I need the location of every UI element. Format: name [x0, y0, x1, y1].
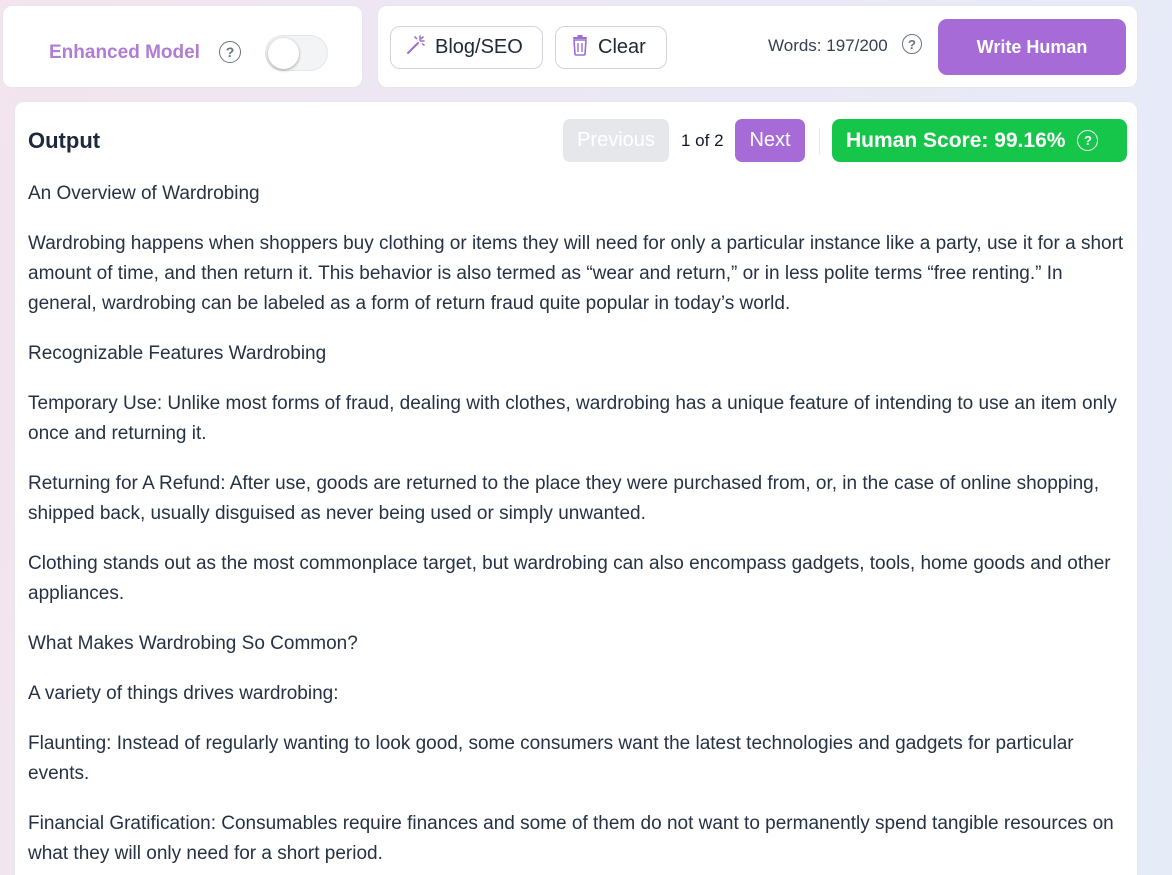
output-paragraph: Temporary Use: Unlike most forms of frau…	[28, 393, 1117, 444]
output-paragraph: Returning for A Refund: After use, goods…	[28, 473, 1099, 524]
magic-wand-icon	[405, 34, 427, 62]
next-button[interactable]: Next	[735, 119, 805, 162]
page-indicator: 1 of 2	[681, 131, 724, 150]
toolbar-card: Blog/SEO Clear Words: 197/200 ? Write Hu…	[377, 5, 1138, 88]
output-paragraph: Financial Gratification: Consumables req…	[28, 813, 1114, 864]
enhanced-model-toggle[interactable]	[265, 35, 328, 71]
trash-icon	[570, 34, 590, 62]
output-card: Output Previous 1 of 2 Next Human Score:…	[14, 101, 1138, 875]
output-paragraph: An Overview of Wardrobing	[28, 183, 260, 204]
human-score-text: Human Score: 99.16%	[846, 128, 1066, 152]
enhanced-model-label: Enhanced Model	[49, 42, 200, 63]
clear-label: Clear	[598, 36, 646, 58]
clear-button[interactable]: Clear	[555, 26, 667, 69]
previous-button[interactable]: Previous	[563, 119, 669, 162]
output-paragraph: Clothing stands out as the most commonpl…	[28, 553, 1111, 604]
write-human-button[interactable]: Write Human	[938, 19, 1126, 75]
toggle-knob	[268, 38, 299, 69]
output-paragraph: A variety of things drives wardrobing:	[28, 683, 339, 704]
human-score-badge: Human Score: 99.16% ?	[832, 119, 1127, 162]
output-paragraph: Wardrobing happens when shoppers buy clo…	[28, 233, 1124, 314]
help-icon[interactable]: ?	[902, 34, 922, 54]
output-paragraph: What Makes Wardrobing So Common?	[28, 633, 358, 654]
help-icon[interactable]: ?	[1077, 130, 1099, 151]
output-paragraph: Flaunting: Instead of regularly wanting …	[28, 733, 1074, 784]
output-text[interactable]: An Overview of Wardrobing Wardrobing hap…	[28, 179, 1128, 875]
help-icon[interactable]: ?	[219, 41, 241, 63]
output-paragraph: Recognizable Features Wardrobing	[28, 343, 327, 364]
word-count: Words: 197/200	[768, 36, 888, 55]
model-card: Enhanced Model ?	[2, 5, 363, 88]
blog-seo-button[interactable]: Blog/SEO	[390, 26, 543, 69]
blog-seo-label: Blog/SEO	[435, 36, 523, 58]
divider	[819, 128, 820, 154]
output-title: Output	[28, 128, 101, 153]
